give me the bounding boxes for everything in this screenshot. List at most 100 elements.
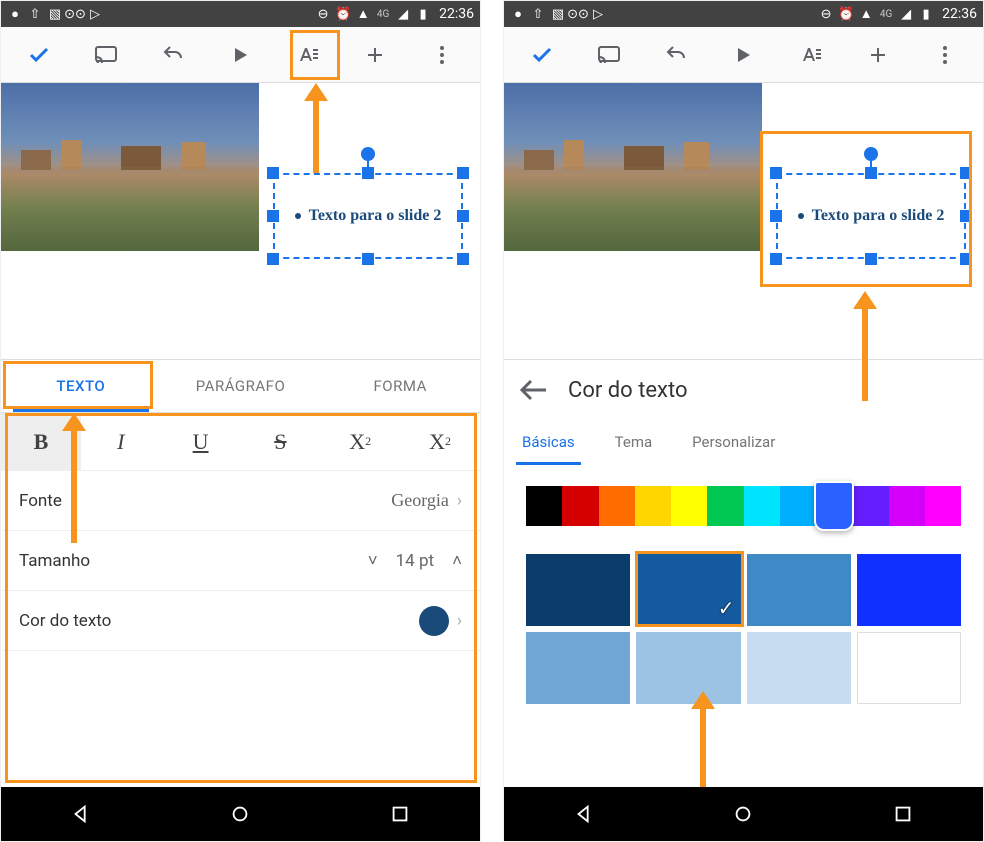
text-format-button[interactable]	[285, 32, 331, 78]
confirm-button[interactable]	[16, 32, 62, 78]
selected-textbox[interactable]: Texto para o slide 2	[776, 173, 966, 259]
shade-swatch[interactable]	[747, 554, 851, 626]
tab-tema[interactable]: Tema	[615, 420, 653, 463]
undo-button[interactable]	[653, 32, 699, 78]
text-format-button[interactable]	[788, 32, 834, 78]
wifi-icon: ▲	[858, 6, 874, 22]
size-stepper[interactable]: ˅ 14 pt ˄	[368, 551, 462, 571]
recent-button[interactable]	[370, 796, 430, 832]
tab-paragrafo[interactable]: PARÁGRAFO	[161, 360, 321, 412]
underline-button[interactable]: U	[161, 413, 241, 470]
play-button[interactable]	[720, 32, 766, 78]
hue-swatch[interactable]	[852, 486, 888, 526]
tab-personalizar[interactable]: Personalizar	[692, 420, 775, 463]
chevron-up-icon[interactable]: ˄	[452, 551, 462, 571]
hue-swatch[interactable]	[562, 486, 598, 526]
rotate-handle[interactable]	[864, 147, 878, 161]
voicemail-icon: ⊙⊙	[67, 6, 83, 22]
superscript-button[interactable]: X2	[320, 413, 400, 470]
slide-background-image	[504, 83, 762, 251]
text-color-row[interactable]: Cor do texto ›	[1, 591, 480, 651]
shade-swatch[interactable]	[636, 632, 740, 704]
slide-canvas[interactable]: Texto para o slide 2	[1, 83, 480, 353]
slide-canvas[interactable]: Texto para o slide 2	[504, 83, 983, 353]
back-button[interactable]	[554, 796, 614, 832]
hue-swatch[interactable]	[925, 486, 961, 526]
shade-swatch[interactable]	[747, 632, 851, 704]
selected-textbox[interactable]: Texto para o slide 2	[273, 173, 463, 259]
shade-swatch[interactable]	[526, 554, 630, 626]
resize-handle[interactable]	[267, 210, 279, 222]
resize-handle[interactable]	[362, 167, 374, 179]
resize-handle[interactable]	[362, 253, 374, 265]
resize-handle[interactable]	[960, 167, 972, 179]
color-tabs: Básicas Tema Personalizar	[504, 420, 983, 464]
recent-button[interactable]	[873, 796, 933, 832]
undo-button[interactable]	[150, 32, 196, 78]
home-button[interactable]	[713, 796, 773, 832]
hue-swatch[interactable]	[635, 486, 671, 526]
strike-button[interactable]: S	[240, 413, 320, 470]
chevron-down-icon[interactable]: ˅	[368, 551, 378, 571]
home-button[interactable]	[210, 796, 270, 832]
hue-swatch[interactable]	[707, 486, 743, 526]
resize-handle[interactable]	[770, 210, 782, 222]
rotate-handle[interactable]	[361, 147, 375, 161]
shade-swatch[interactable]: ✓	[636, 554, 740, 626]
hue-row[interactable]	[526, 486, 961, 526]
chevron-right-icon: ›	[457, 491, 462, 511]
resize-handle[interactable]	[267, 167, 279, 179]
hue-swatch[interactable]	[780, 486, 816, 526]
play-button[interactable]	[217, 32, 263, 78]
add-button[interactable]	[855, 32, 901, 78]
android-navbar	[1, 787, 480, 841]
tab-forma[interactable]: FORMA	[320, 360, 480, 412]
tab-texto[interactable]: TEXTO	[1, 360, 161, 412]
size-row[interactable]: Tamanho ˅ 14 pt ˄	[1, 531, 480, 591]
size-value: 14 pt	[396, 551, 434, 571]
resize-handle[interactable]	[267, 253, 279, 265]
status-bar: ● ⇧ ▧ ⊙⊙ ▷ ⊖ ⏰ ▲ 4G ◢ ▮ 22:36	[1, 1, 480, 27]
confirm-button[interactable]	[519, 32, 565, 78]
status-bar: ● ⇧ ▧ ⊙⊙ ▷ ⊖ ⏰ ▲ 4G ◢ ▮ 22:36	[504, 1, 983, 27]
image-icon: ▧	[47, 6, 63, 22]
signal-icon: ◢	[898, 6, 914, 22]
font-row[interactable]: Fonte Georgia ›	[1, 471, 480, 531]
resize-handle[interactable]	[457, 210, 469, 222]
subscript-button[interactable]: X2	[400, 413, 480, 470]
resize-handle[interactable]	[457, 253, 469, 265]
voicemail-icon: ⊙⊙	[570, 6, 586, 22]
resize-handle[interactable]	[457, 167, 469, 179]
more-button[interactable]	[419, 32, 465, 78]
cast-button[interactable]	[83, 32, 129, 78]
resize-handle[interactable]	[770, 253, 782, 265]
resize-handle[interactable]	[865, 253, 877, 265]
tab-basicas[interactable]: Básicas	[522, 420, 575, 463]
hue-swatch[interactable]	[671, 486, 707, 526]
italic-button[interactable]: I	[81, 413, 161, 470]
shade-swatch[interactable]	[857, 554, 961, 626]
shade-swatch[interactable]	[857, 632, 961, 704]
bold-button[interactable]: B	[1, 413, 81, 470]
shade-swatch[interactable]	[526, 632, 630, 704]
messenger-icon: ●	[510, 6, 526, 22]
alarm-icon: ⏰	[838, 6, 854, 22]
app-toolbar	[1, 27, 480, 83]
cast-button[interactable]	[586, 32, 632, 78]
resize-handle[interactable]	[960, 253, 972, 265]
more-button[interactable]	[922, 32, 968, 78]
hue-swatch[interactable]	[744, 486, 780, 526]
hue-swatch[interactable]	[526, 486, 562, 526]
text-color-label: Cor do texto	[19, 611, 111, 631]
resize-handle[interactable]	[960, 210, 972, 222]
resize-handle[interactable]	[770, 167, 782, 179]
resize-handle[interactable]	[865, 167, 877, 179]
hue-marker	[814, 481, 854, 531]
add-button[interactable]	[352, 32, 398, 78]
back-button[interactable]	[51, 796, 111, 832]
hue-swatch[interactable]	[599, 486, 635, 526]
text-color-swatch	[419, 606, 449, 636]
panel-back-button[interactable]	[516, 372, 552, 408]
text-style-row: B I U S X2 X2	[1, 413, 480, 471]
hue-swatch[interactable]	[889, 486, 925, 526]
